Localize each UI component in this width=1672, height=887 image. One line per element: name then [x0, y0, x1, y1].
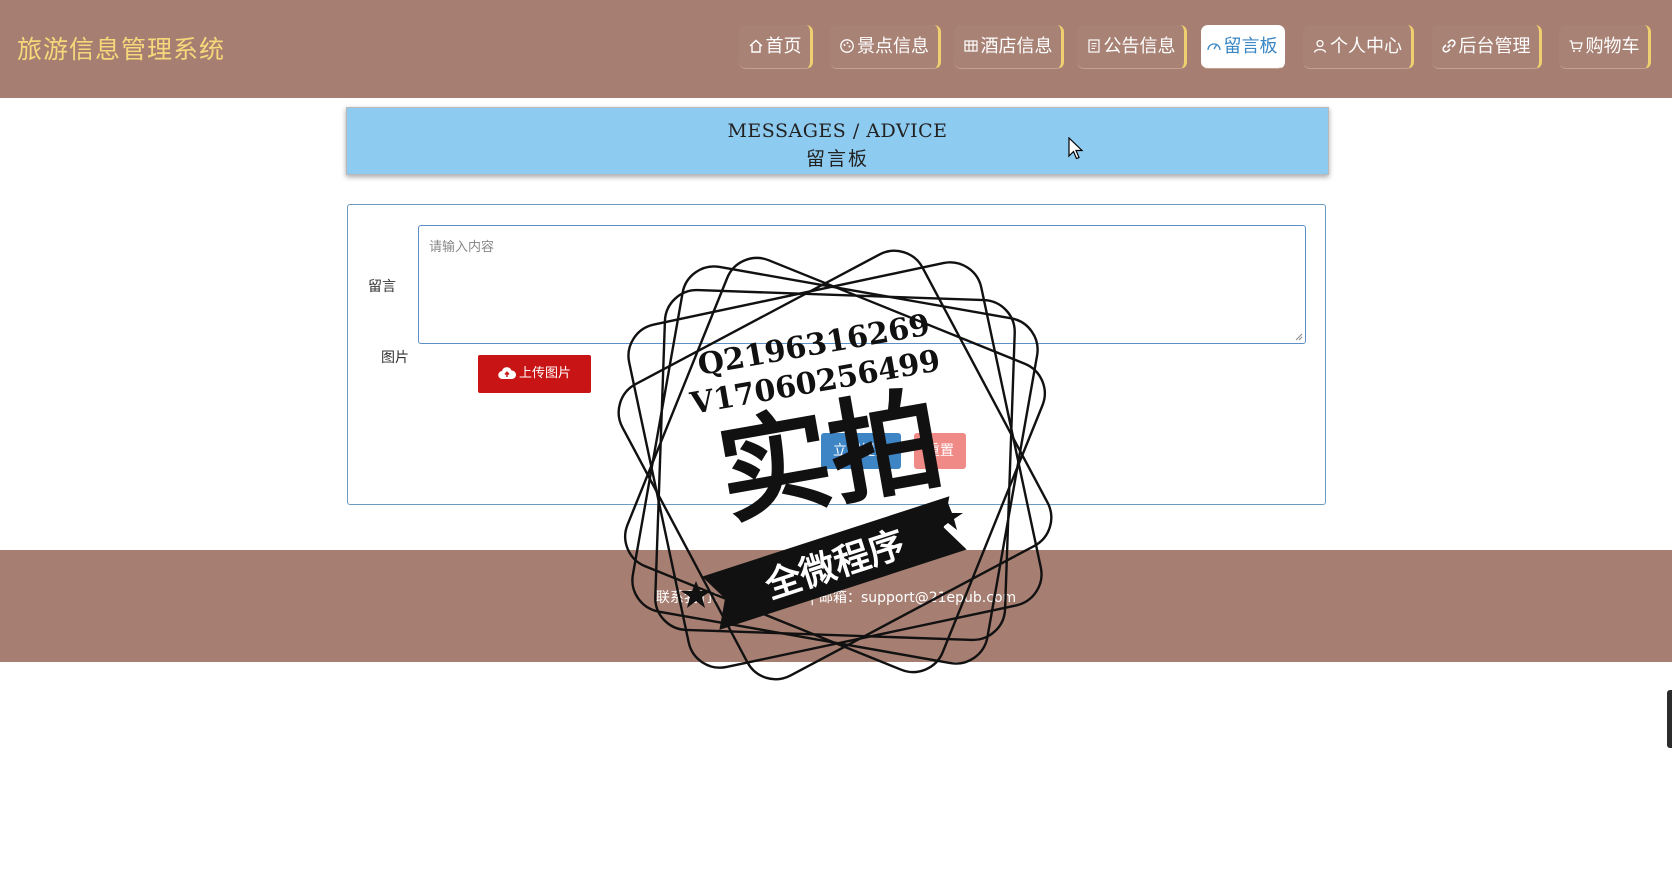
upload-label: 上传图片 [518, 366, 571, 381]
resize-handle-icon[interactable] [1294, 332, 1303, 341]
nav-label: 景点信息 [857, 36, 929, 57]
cloud-upload-icon [498, 358, 516, 396]
nav-admin[interactable]: 后台管理 [1432, 25, 1542, 69]
nav-personal-center[interactable]: 个人中心 [1303, 25, 1414, 69]
nav-home[interactable]: 首页 [739, 25, 813, 69]
home-icon [748, 27, 764, 53]
link-icon [1441, 27, 1457, 53]
nav-label: 个人中心 [1330, 36, 1402, 57]
image-label: 图片 [381, 350, 409, 366]
message-input-wrapper [418, 225, 1306, 344]
nav-shopping-cart[interactable]: 购物车 [1559, 25, 1651, 69]
nav-scenic-info[interactable]: 景点信息 [830, 25, 941, 69]
nav-label: 首页 [765, 36, 802, 57]
nav-label: 公告信息 [1103, 36, 1176, 57]
top-navbar: 旅游信息管理系统 首页 景点信息 酒店信息 公告信息 留言板 个人中心 后台管理… [0, 0, 1672, 98]
document-icon [1086, 27, 1102, 53]
nav-notice-info[interactable]: 公告信息 [1077, 25, 1187, 69]
nav-label: 留言板 [1223, 36, 1278, 57]
page-footer: 联系我们：13086***** | 邮箱：support@21epub.com [0, 550, 1672, 662]
nav-label: 购物车 [1585, 36, 1640, 57]
message-textarea[interactable] [419, 226, 1305, 343]
page-title-en: MESSAGES / ADVICE [727, 120, 948, 142]
user-icon [1312, 27, 1328, 53]
side-float-handle[interactable] [1667, 690, 1672, 748]
message-label: 留言 [368, 279, 396, 295]
upload-image-button[interactable]: 上传图片 [478, 355, 591, 393]
page-title-banner: MESSAGES / ADVICE 留言板 [346, 107, 1329, 175]
star-icon [933, 503, 963, 530]
nav-message-board[interactable]: 留言板 [1201, 25, 1285, 69]
submit-button[interactable]: 立即提交 [821, 433, 901, 469]
main-nav: 首页 景点信息 酒店信息 公告信息 留言板 个人中心 后台管理 购物车 [0, 25, 1672, 71]
page-title-cn: 留言板 [805, 148, 869, 170]
grid-icon [963, 27, 979, 52]
reset-button[interactable]: 重置 [914, 433, 966, 469]
nav-hotel-info[interactable]: 酒店信息 [954, 25, 1064, 69]
palette-icon [839, 27, 855, 53]
mouse-cursor-icon [1068, 137, 1084, 160]
footer-contact: 联系我们：13086***** | 邮箱：support@21epub.com [655, 590, 1017, 606]
nav-label: 酒店信息 [980, 36, 1053, 57]
message-form: 留言 图片 上传图片 立即提交 重置 [347, 204, 1326, 505]
cart-icon [1568, 27, 1584, 52]
nav-label: 后台管理 [1458, 36, 1531, 57]
dashboard-icon [1206, 27, 1222, 51]
